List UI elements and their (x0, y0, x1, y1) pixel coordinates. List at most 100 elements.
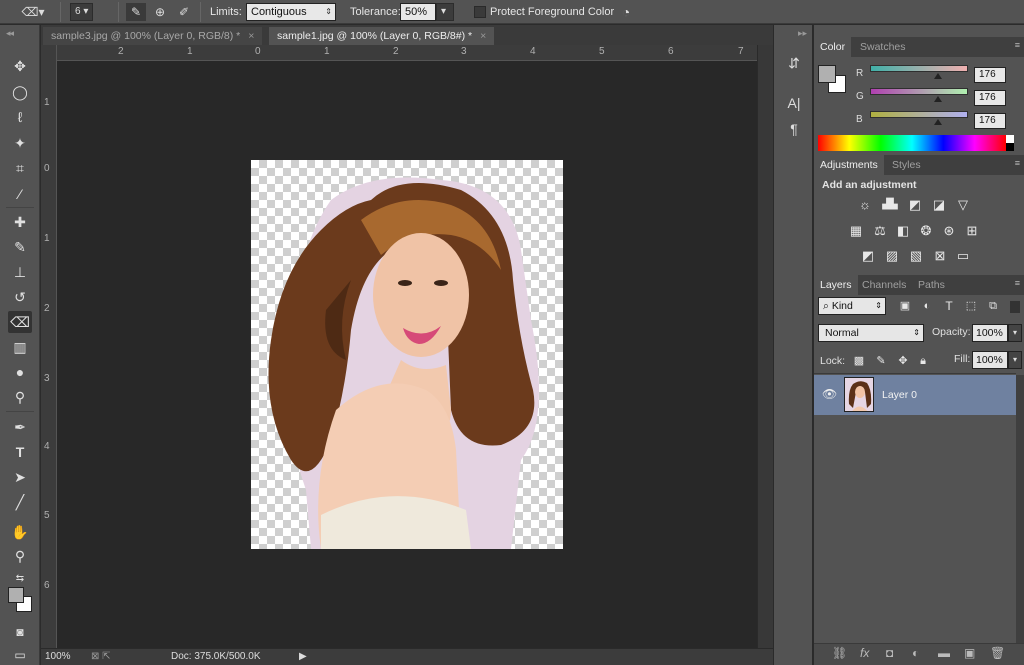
type-tool-icon[interactable]: T (8, 441, 32, 463)
green-value[interactable]: 176 (974, 90, 1006, 106)
tab-sample3[interactable]: sample3.jpg @ 100% (Layer 0, RGB/8) * × (43, 27, 263, 45)
move-tool-icon[interactable]: ✥ (8, 55, 32, 77)
blend-mode-select[interactable]: Normal ⇕ (818, 324, 924, 342)
tab-styles[interactable]: Styles (886, 155, 927, 175)
screen-mode-icon[interactable]: ▭ (8, 644, 32, 665)
character-panel-icon[interactable]: A| (784, 93, 804, 113)
filter-type-icon[interactable]: T (940, 298, 958, 314)
tab-color[interactable]: Color (814, 37, 852, 57)
sampling-once-icon[interactable]: ⊕ (150, 3, 170, 21)
filter-pixel-icon[interactable]: ▣ (896, 298, 914, 314)
sampling-background-swatch-icon[interactable]: ✐ (174, 3, 194, 21)
lasso-tool-icon[interactable]: ℓ (8, 106, 32, 128)
sampling-continuous-icon[interactable]: ✎ (126, 3, 146, 21)
mask-icon[interactable]: ◘ (886, 646, 893, 660)
spot-healing-tool-icon[interactable]: ✚ (8, 211, 32, 233)
background-eraser-tool-preset-icon[interactable]: ⌫▾ (20, 3, 46, 21)
pen-tool-icon[interactable]: ✒ (8, 416, 32, 438)
line-tool-icon[interactable]: ╱ (8, 491, 32, 513)
green-slider-thumb[interactable] (933, 96, 942, 102)
brush-size-picker[interactable]: 6 ▾ (70, 3, 94, 21)
opacity-dropdown-icon[interactable]: ▾ (1008, 324, 1022, 342)
tolerance-dropdown-button[interactable]: ▾ (436, 3, 454, 21)
color-fg-swatch[interactable] (818, 65, 836, 83)
red-slider-thumb[interactable] (933, 73, 942, 79)
hand-tool-icon[interactable]: ✋ (8, 521, 32, 543)
panel-menu-icon[interactable]: ≡ (1015, 278, 1020, 288)
protect-foreground-checkbox[interactable] (474, 6, 486, 18)
clone-stamp-tool-icon[interactable]: ⊥ (8, 261, 32, 283)
hue-saturation-icon[interactable]: ▦ (847, 223, 865, 239)
threshold-icon[interactable]: ▧ (907, 248, 925, 264)
paragraph-panel-icon[interactable]: ¶ (784, 119, 804, 139)
color-spectrum-ramp[interactable] (818, 135, 1006, 151)
channel-mixer-icon[interactable]: ⊛ (940, 223, 958, 239)
foreground-color-swatch[interactable] (8, 587, 24, 603)
black-white-icon[interactable]: ◧ (894, 223, 912, 239)
brush-tool-icon[interactable]: ✎ (8, 236, 32, 258)
collapse-dock-icon[interactable]: ▸▸ (798, 28, 807, 39)
lock-position-icon[interactable]: ✥ (894, 353, 912, 369)
gradient-tool-icon[interactable]: ▥ (8, 336, 32, 358)
layer-name[interactable]: Layer 0 (882, 389, 917, 401)
crop-tool-icon[interactable]: ⌗ (8, 157, 32, 179)
eraser-tool-icon[interactable]: ⌫ (8, 311, 32, 333)
layer-row[interactable]: 👁︎ Layer 0 (814, 375, 1016, 415)
link-icon[interactable]: ⛓ (832, 646, 847, 660)
quick-mask-icon[interactable]: ◙ (8, 621, 32, 643)
vibrance-icon[interactable]: ▽ (954, 197, 972, 213)
limits-select[interactable]: Contiguous ⇕ (246, 3, 336, 21)
filter-toggle[interactable] (1010, 301, 1020, 313)
exposure-icon[interactable]: ◪ (930, 197, 948, 213)
blue-value[interactable]: 176 (974, 113, 1006, 129)
vertical-scrollbar[interactable] (757, 45, 773, 648)
color-balance-icon[interactable]: ⚖ (871, 223, 889, 239)
curves-icon[interactable]: ◩ (906, 197, 924, 213)
brightness-contrast-icon[interactable]: ☼ (856, 197, 874, 213)
path-selection-tool-icon[interactable]: ➤ (8, 466, 32, 488)
panel-menu-icon[interactable]: ≡ (1015, 40, 1020, 50)
tolerance-input[interactable]: 50% (400, 3, 436, 21)
magic-wand-tool-icon[interactable]: ✦ (8, 132, 32, 154)
blue-slider[interactable] (870, 111, 968, 118)
tab-adjustments[interactable]: Adjustments (814, 155, 884, 175)
group-icon[interactable]: ▬ (938, 646, 950, 660)
document-image[interactable] (251, 160, 563, 549)
tab-swatches[interactable]: Swatches (854, 37, 912, 57)
tab-channels[interactable]: Channels (856, 275, 912, 295)
tab-layers[interactable]: Layers (814, 275, 858, 295)
filter-smart-object-icon[interactable]: ⧉ (984, 298, 1002, 314)
filter-shape-icon[interactable]: ⬚ (962, 298, 980, 314)
black-swatch[interactable] (1006, 143, 1014, 151)
zoom-level[interactable]: 100% (45, 651, 71, 662)
tablet-pressure-icon[interactable]: ◔ (616, 3, 636, 21)
dodge-tool-icon[interactable]: ⚲ (8, 386, 32, 408)
green-slider[interactable] (870, 88, 968, 95)
close-tab-icon[interactable]: × (480, 30, 486, 42)
history-brush-tool-icon[interactable]: ↺ (8, 286, 32, 308)
adjustment-layer-icon[interactable]: ◐ (912, 646, 919, 660)
color-lookup-icon[interactable]: ⊞ (963, 223, 981, 239)
opacity-input[interactable]: 100% (972, 324, 1008, 342)
lock-all-icon[interactable]: 🔒︎ (914, 353, 932, 369)
tab-paths[interactable]: Paths (912, 275, 951, 295)
fill-dropdown-icon[interactable]: ▾ (1008, 351, 1022, 369)
invert-icon[interactable]: ◩ (859, 248, 877, 264)
red-value[interactable]: 176 (974, 67, 1006, 83)
blur-tool-icon[interactable]: ● (8, 361, 32, 383)
close-tab-icon[interactable]: × (248, 30, 254, 42)
photo-filter-icon[interactable]: ❂ (917, 223, 935, 239)
zoom-tool-icon[interactable]: ⚲ (8, 545, 32, 567)
eye-visibility-icon[interactable]: 👁︎ (822, 387, 837, 401)
red-slider[interactable] (870, 65, 968, 72)
panel-menu-icon[interactable]: ≡ (1015, 158, 1020, 168)
history-panel-icon[interactable]: ⇵ (784, 53, 804, 73)
eyedropper-tool-icon[interactable]: ⁄ (8, 183, 32, 205)
gradient-map-icon[interactable]: ▭ (954, 248, 972, 264)
fill-input[interactable]: 100% (972, 351, 1008, 369)
status-view-icon[interactable]: ⊠ ⇱ (91, 651, 111, 662)
collapse-toolbar-icon[interactable]: ◂◂ (6, 28, 14, 39)
trash-icon[interactable]: 🗑︎ (990, 646, 1005, 660)
tab-sample1[interactable]: sample1.jpg @ 100% (Layer 0, RGB/8#) * × (269, 27, 495, 45)
filter-adjustment-icon[interactable]: ◐ (918, 298, 936, 314)
